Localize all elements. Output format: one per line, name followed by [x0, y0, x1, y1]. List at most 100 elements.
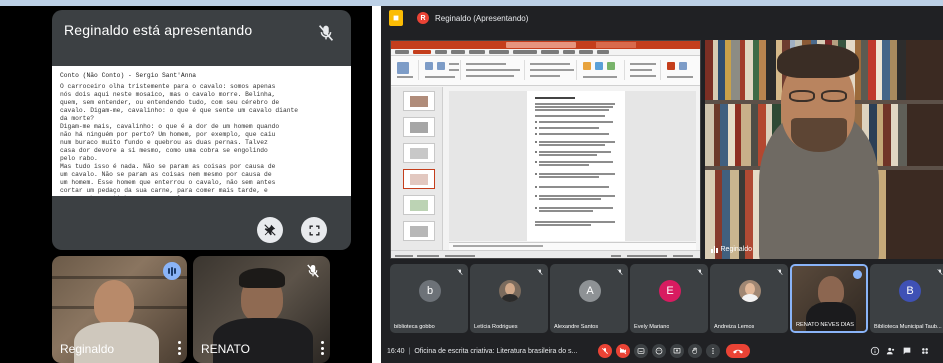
avatar: E	[659, 280, 681, 302]
captions-icon	[637, 348, 645, 354]
main-speaker-video[interactable]: Reginaldo	[705, 40, 943, 259]
camera-toggle-button[interactable]	[616, 344, 630, 358]
pin-off-icon	[264, 224, 276, 236]
ppt-ribbon-tabs	[391, 49, 700, 56]
avatar: B	[899, 280, 921, 302]
mic-off-icon	[602, 348, 608, 354]
emoji-button[interactable]	[652, 344, 666, 358]
participant-tile[interactable]: B Biblioteca Municipal Taub...	[870, 264, 943, 333]
mic-off-icon	[777, 269, 783, 275]
participant-tile[interactable]: b biblioteca gobbo	[390, 264, 468, 333]
divider	[372, 6, 381, 363]
participant-name: Alexandre Santos	[554, 324, 599, 330]
call-end-icon	[733, 349, 743, 354]
meet-app-icon	[389, 10, 403, 26]
speaker-beard	[791, 118, 847, 152]
more-vert-icon[interactable]	[320, 341, 324, 355]
participant-face	[94, 280, 134, 326]
participant-tile[interactable]: A Alexandre Santos	[550, 264, 628, 333]
ppt-user	[596, 42, 636, 48]
avatar: b	[419, 280, 441, 302]
ppt-slide-canvas[interactable]	[449, 91, 696, 241]
emoji-icon	[655, 347, 663, 355]
present-button[interactable]	[670, 344, 684, 358]
participant-name: Biblioteca Municipal Taub...	[874, 324, 942, 330]
meeting-title: Oficina de escrita criativa: Literatura …	[414, 347, 578, 355]
participant-strip: b biblioteca gobbo Letícia Rodrigues A A…	[390, 264, 943, 333]
participant-name: biblioteca gobbo	[394, 324, 435, 330]
speaking-indicator-icon	[163, 262, 181, 280]
captions-button[interactable]	[634, 344, 648, 358]
ppt-status-bar	[391, 250, 700, 258]
participant-tile-renato[interactable]: RENATO	[193, 256, 330, 363]
main-speaker-label: Reginaldo	[711, 246, 752, 253]
mic-toggle-button[interactable]	[598, 344, 612, 358]
main-speaker-name: Reginaldo	[720, 246, 753, 253]
activities-button[interactable]	[919, 345, 931, 357]
participant-tile[interactable]: E Evely Mariano	[630, 264, 708, 333]
people-icon	[886, 347, 895, 355]
present-screen-icon	[673, 348, 681, 354]
unpin-button[interactable]	[257, 217, 283, 243]
mic-off-icon	[697, 269, 703, 275]
ppt-search-field	[506, 42, 576, 48]
speaking-indicator-icon	[711, 246, 718, 253]
participant-name: Letícia Rodrigues	[474, 324, 518, 330]
tile-name: RENATO	[201, 342, 250, 356]
participant-body	[213, 318, 313, 363]
leave-call-button[interactable]	[726, 344, 750, 358]
presenting-avatar-icon: R	[417, 12, 429, 24]
slide-thumbnail[interactable]	[403, 117, 435, 137]
shared-screen-powerpoint[interactable]	[390, 40, 701, 259]
mic-off-icon	[937, 269, 943, 275]
separator: |	[408, 347, 411, 355]
ppt-slide-thumbnails	[391, 87, 443, 250]
slide-thumbnail[interactable]	[403, 221, 435, 241]
speaker-glasses-left	[789, 90, 815, 102]
mic-off-icon	[617, 269, 623, 275]
raise-hand-icon	[692, 347, 697, 354]
mic-off-icon	[318, 25, 334, 41]
info-icon	[870, 346, 880, 356]
mic-off-icon	[537, 269, 543, 275]
avatar-photo	[739, 280, 761, 302]
more-vert-icon	[712, 348, 714, 354]
ppt-ribbon	[391, 56, 700, 86]
window-title: Reginaldo (Apresentando)	[435, 13, 529, 23]
speaker-glasses-right	[821, 90, 847, 102]
mobile-meet-view: Reginaldo está apresentando Conto (Não C…	[0, 6, 372, 363]
slide-thumbnail[interactable]	[403, 91, 435, 111]
fullscreen-button[interactable]	[301, 217, 327, 243]
speaker-hair	[777, 44, 859, 78]
raise-hand-button[interactable]	[688, 344, 702, 358]
slide-thumbnail[interactable]	[403, 195, 435, 215]
info-button[interactable]	[869, 345, 881, 357]
slide-thumbnail-selected[interactable]	[403, 169, 435, 189]
people-button[interactable]	[885, 345, 897, 357]
avatar-photo	[499, 280, 521, 302]
more-vert-icon[interactable]	[177, 341, 181, 355]
tile-name: Reginaldo	[60, 342, 115, 356]
ppt-title-bar	[391, 41, 700, 49]
presenter-banner: Reginaldo está apresentando	[64, 22, 253, 38]
participant-tile-reginaldo[interactable]: Reginaldo	[52, 256, 187, 363]
participant-name: Andreiza Lemos	[714, 324, 755, 330]
chat-button[interactable]	[901, 345, 913, 357]
activities-icon	[922, 348, 928, 354]
participant-name: RENATO NEVES DIAS	[796, 322, 854, 328]
desktop-meet-view: R Reginaldo (Apresentando) Reginaldo b b…	[381, 6, 943, 363]
participant-tile[interactable]: Andreiza Lemos	[710, 264, 788, 333]
participant-tile-active[interactable]: RENATO NEVES DIAS	[790, 264, 868, 333]
ppt-notes-pane[interactable]	[449, 242, 696, 250]
more-options-button[interactable]	[706, 344, 720, 358]
participant-hair	[239, 268, 285, 288]
participant-tile[interactable]: Letícia Rodrigues	[470, 264, 548, 333]
mic-off-icon	[457, 269, 463, 275]
document-body: O carroceiro olha tristemente para o cav…	[60, 83, 299, 196]
fullscreen-icon	[309, 225, 319, 235]
slide-thumbnail[interactable]	[403, 143, 435, 163]
participant-name: Evely Mariano	[634, 324, 670, 330]
presentation-card[interactable]: Reginaldo está apresentando Conto (Não C…	[52, 10, 351, 250]
clock: 16:40	[387, 347, 405, 355]
slide-page	[527, 91, 625, 241]
